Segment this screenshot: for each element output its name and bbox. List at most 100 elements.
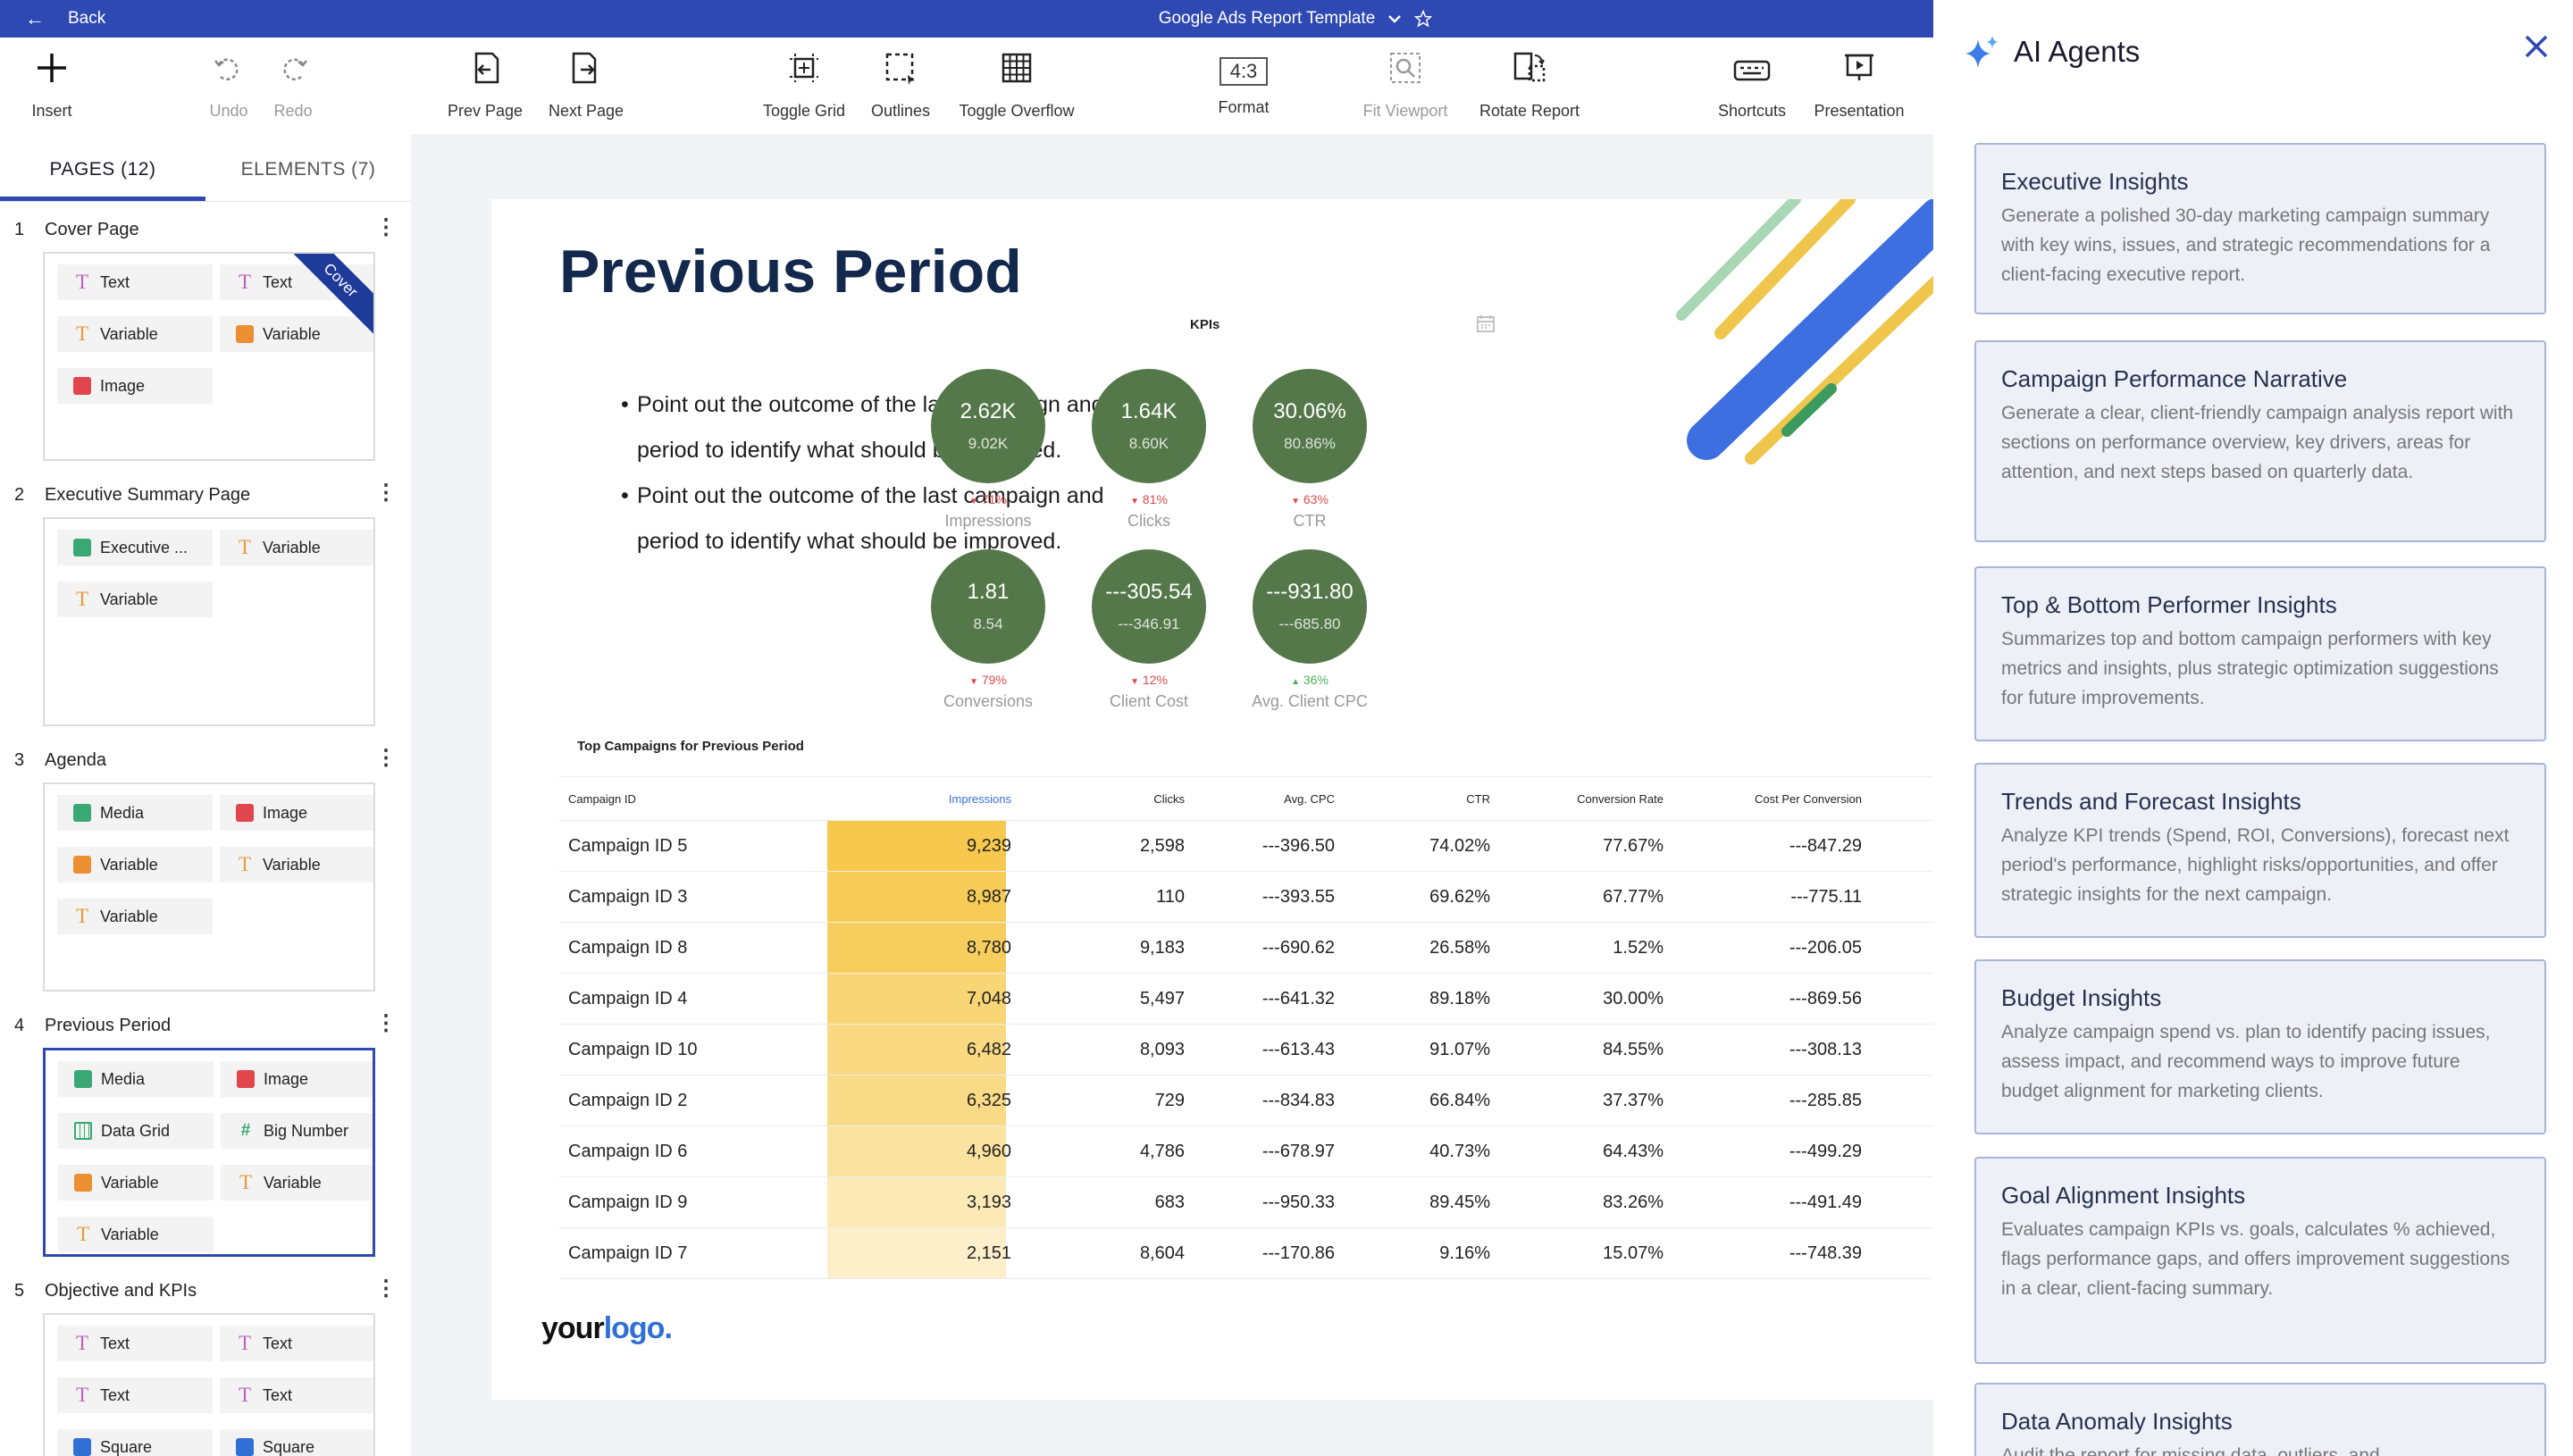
agent-card[interactable]: Data Anomaly Insights Audit the report fo… xyxy=(1974,1383,2546,1456)
table-cell: 66.84% xyxy=(1429,1090,1490,1110)
table-cell: 26.58% xyxy=(1429,937,1490,958)
element-chip[interactable]: Executive ... xyxy=(57,530,213,565)
text-icon: T xyxy=(75,1384,89,1406)
page-thumbnail[interactable]: Media Image Variable T Variable T Variable xyxy=(43,782,375,992)
chevron-down-icon[interactable] xyxy=(1387,13,1402,24)
element-chip[interactable]: Media xyxy=(57,795,213,831)
outlines-button[interactable]: Outlines xyxy=(867,38,934,134)
image-variable-icon xyxy=(74,1174,92,1192)
agent-card[interactable]: Goal Alignment Insights Evaluates campaig… xyxy=(1974,1157,2546,1364)
prev-page-icon xyxy=(474,52,499,84)
element-chip[interactable]: Variable xyxy=(220,316,373,352)
undo-button[interactable]: Undo xyxy=(205,38,252,134)
element-chip[interactable]: T Variable xyxy=(57,316,213,352)
agent-card[interactable]: Executive Insights Generate a polished 30… xyxy=(1974,143,2546,314)
kpi-change-value: 12% xyxy=(1142,673,1168,687)
element-chip[interactable]: Variable xyxy=(58,1165,214,1201)
element-chip[interactable]: T Variable xyxy=(58,1217,214,1252)
slide-previous-period[interactable]: Previous Period Point out the outcome of… xyxy=(491,199,1935,1400)
tab-elements[interactable]: ELEMENTS (7) xyxy=(205,134,411,201)
table-row: Campaign ID 4 7,048 5,497 ---641.32 89.18% 30… xyxy=(559,974,1935,1025)
toggle-overflow-button[interactable]: Toggle Overflow xyxy=(954,38,1079,134)
page-thumbnail[interactable]: Media Image Data Grid # Big Number Variable T V… xyxy=(43,1048,375,1257)
page-thumbnail[interactable]: T Text T Text T Text T Text Square Square xyxy=(43,1313,375,1456)
element-chip[interactable]: T Variable xyxy=(221,1165,373,1201)
redo-button[interactable]: Redo xyxy=(270,38,316,134)
table-cell: 4,960 xyxy=(966,1141,1011,1161)
insert-button[interactable]: Insert xyxy=(27,38,77,134)
agent-card[interactable]: Budget Insights Analyze campaign spend vs… xyxy=(1974,959,2546,1134)
element-chip[interactable]: T Variable xyxy=(57,899,213,934)
page-thumbnail[interactable]: Executive ... T Variable T Variable xyxy=(43,517,375,726)
element-chip[interactable]: T Text xyxy=(57,264,213,300)
page-menu-icon[interactable]: ⋮ xyxy=(375,214,397,240)
table-header-cell[interactable]: CTR xyxy=(1335,777,1490,820)
page-menu-icon[interactable]: ⋮ xyxy=(375,480,397,506)
element-chip[interactable]: T Text xyxy=(220,1377,373,1413)
page-name[interactable]: Executive Summary Page xyxy=(45,485,250,506)
close-icon[interactable] xyxy=(2523,30,2550,69)
page-menu-icon[interactable]: ⋮ xyxy=(375,745,397,771)
page-name[interactable]: Objective and KPIs xyxy=(45,1281,197,1301)
element-chip[interactable]: Variable xyxy=(57,847,213,883)
page-name[interactable]: Cover Page xyxy=(45,220,139,240)
prev-page-button[interactable]: Prev Page xyxy=(445,38,525,134)
table-header-cell[interactable]: Impressions xyxy=(842,777,1011,820)
kpi-circle: ---305.54 ---346.91 xyxy=(1092,549,1206,664)
element-chip[interactable]: Media xyxy=(58,1061,214,1097)
table-cell: 2,598 xyxy=(1139,835,1185,856)
element-chip[interactable]: T Variable xyxy=(57,582,213,617)
table-header-cell[interactable]: Conversion Rate xyxy=(1490,777,1664,820)
table-header-cell[interactable]: Avg. CPC xyxy=(1185,777,1335,820)
element-chip[interactable]: T Variable xyxy=(220,847,373,883)
agent-card[interactable]: Trends and Forecast Insights Analyze KPI … xyxy=(1974,763,2546,938)
calendar-icon[interactable] xyxy=(1476,314,1496,339)
table-cell: ---393.55 xyxy=(1261,886,1335,907)
page-name[interactable]: Previous Period xyxy=(45,1016,171,1036)
table-cell: 84.55% xyxy=(1603,1039,1664,1059)
element-chip[interactable]: Square xyxy=(220,1429,373,1456)
back-button[interactable]: ← Back xyxy=(25,0,105,38)
table-header-cell[interactable]: Campaign ID xyxy=(568,777,836,820)
agent-card[interactable]: Campaign Performance Narrative Generate a… xyxy=(1974,340,2546,542)
page-header: 3 Agenda ⋮ xyxy=(0,743,411,779)
fit-viewport-button[interactable]: Fit Viewport xyxy=(1356,38,1454,134)
element-chip[interactable]: Image xyxy=(57,368,213,404)
element-chip[interactable]: Image xyxy=(221,1061,373,1097)
element-chip[interactable]: T Text xyxy=(57,1377,213,1413)
page-menu-icon[interactable]: ⋮ xyxy=(375,1010,397,1036)
next-page-button[interactable]: Next Page xyxy=(545,38,627,134)
shortcuts-button[interactable]: Shortcuts xyxy=(1715,38,1789,134)
page-menu-icon[interactable]: ⋮ xyxy=(375,1276,397,1301)
table-cell: 8,987 xyxy=(966,886,1011,907)
element-chip[interactable]: T Variable xyxy=(220,530,373,565)
star-icon[interactable] xyxy=(1414,10,1433,28)
element-chip[interactable]: T Text xyxy=(57,1326,213,1361)
table-header-cell[interactable]: Cost Per Conversion xyxy=(1664,777,1862,820)
document-title[interactable]: Google Ads Report Template xyxy=(1072,0,1519,38)
presentation-button[interactable]: Presentation xyxy=(1810,38,1908,134)
element-chip[interactable]: Image xyxy=(220,795,373,831)
element-chip[interactable]: T Text xyxy=(220,1326,373,1361)
element-chip-label: Square xyxy=(263,1437,315,1456)
page-name[interactable]: Agenda xyxy=(45,750,106,771)
table-cell: 74.02% xyxy=(1429,835,1490,856)
table-header-cell[interactable]: Clicks xyxy=(1024,777,1185,820)
table-cell: ---690.62 xyxy=(1261,937,1335,958)
toggle-grid-button[interactable]: Toggle Grid xyxy=(759,38,849,134)
table-cell: 6,325 xyxy=(966,1090,1011,1110)
tab-pages[interactable]: PAGES (12) xyxy=(0,134,205,201)
element-chip[interactable]: Data Grid xyxy=(58,1113,214,1149)
kpi-previous-value: 8.60K xyxy=(1128,435,1169,452)
rotate-report-button[interactable]: Rotate Report xyxy=(1474,38,1585,134)
format-button[interactable]: 4:3 Format xyxy=(1210,38,1278,134)
table-cell: 683 xyxy=(1154,1192,1185,1212)
element-chip[interactable]: # Big Number xyxy=(221,1113,373,1149)
redo-label: Redo xyxy=(273,102,313,120)
agent-card[interactable]: Top & Bottom Performer Insights Summarize… xyxy=(1974,566,2546,741)
table-cell: Campaign ID 9 xyxy=(568,1192,688,1212)
table-cell: Campaign ID 10 xyxy=(568,1039,698,1059)
page-thumbnail[interactable]: T Text T Text T Variable Variable Image Cover xyxy=(43,252,375,461)
page-header: 1 Cover Page ⋮ xyxy=(0,213,411,248)
element-chip[interactable]: Square xyxy=(57,1429,213,1456)
